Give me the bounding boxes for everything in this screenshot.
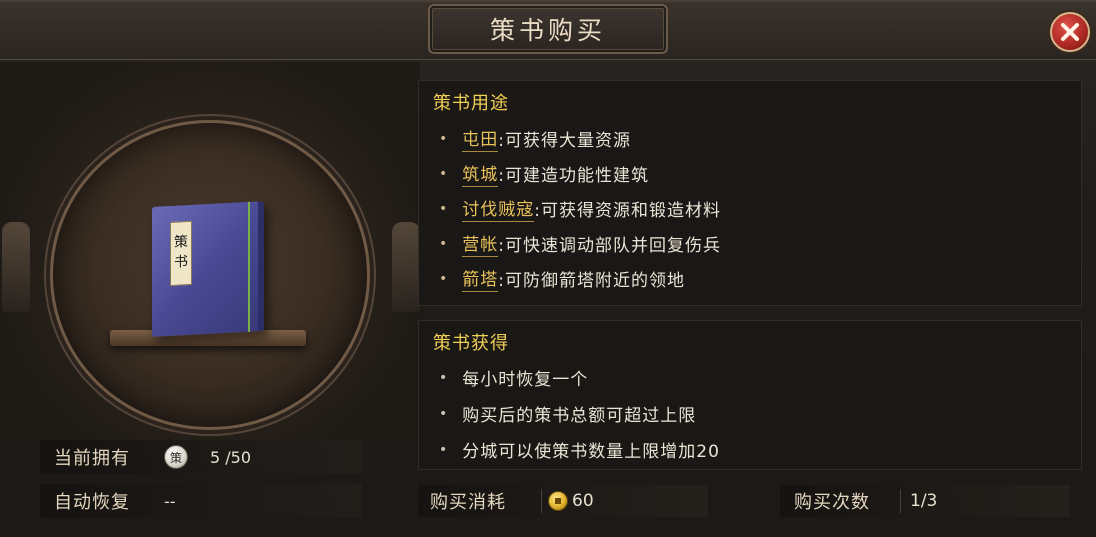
usage-keyword[interactable]: 讨伐贼寇 [462,195,535,222]
usage-desc: :可建造功能性建筑 [498,166,649,186]
strategy-book-icon: 策 书 [152,201,264,337]
purchase-cost-label: 购买消耗 [430,492,506,513]
purchase-cost-row: 购买消耗 60 [418,485,708,517]
divider [541,489,542,513]
usage-desc: :可快速调动部队并回复伤兵 [498,236,721,256]
usage-title: 策书用途 [433,93,509,114]
usage-keyword[interactable]: 筑城 [462,160,499,187]
usage-item: • 讨伐贼寇 :可获得资源和锻造材料 [439,195,721,222]
usage-panel: 策书用途 • 屯田 :可获得大量资源 • 筑城 :可建造功能性建筑 • 讨伐贼寇… [418,80,1082,306]
purchase-count-label: 购买次数 [794,492,870,513]
obtain-panel: 策书获得 • 每小时恢复一个 • 购买后的策书总额可超过上限 • 分城可以使策书… [418,320,1082,470]
dialog-title: 策书购买 [489,16,606,45]
book-label-char-1: 策 [174,234,188,252]
bullet-icon: • [439,270,449,287]
owned-value: 5 /50 [210,447,252,467]
usage-keyword[interactable]: 营帐 [462,230,499,257]
usage-item: • 营帐 :可快速调动部队并回复伤兵 [439,230,721,257]
obtain-text: 购买后的策书总额可超过上限 [462,406,697,426]
owned-row: 当前拥有 策 5 /50 [40,440,362,474]
close-icon [1061,23,1079,41]
bullet-icon: • [439,369,449,386]
owned-label: 当前拥有 [54,448,130,469]
obtain-text: 每小时恢复一个 [462,370,589,390]
bullet-icon: • [439,441,449,458]
obtain-item: • 分城可以使策书数量上限增加20 [439,437,720,463]
book-spine [248,201,250,332]
usage-desc: :可获得资源和锻造材料 [534,201,721,221]
book-label: 策 书 [170,220,192,286]
bullet-icon: • [439,165,449,182]
title-plate: 策书购买 [428,4,668,54]
purchase-dialog: 策书购买 策 书 当前拥有 策 5 /50 自动恢复 -- 策书用途 • 屯田 … [0,0,1096,537]
bullet-icon: • [439,200,449,217]
bullet-icon: • [439,235,449,252]
purchase-cost-value: 60 [572,491,594,511]
obtain-title: 策书获得 [433,333,509,354]
usage-item: • 箭塔 :可防御箭塔附近的领地 [439,265,685,292]
recovery-label: 自动恢复 [54,492,130,513]
bullet-icon: • [439,405,449,422]
purchase-count-value: 1/3 [910,491,938,511]
usage-keyword[interactable]: 屯田 [462,125,499,152]
book-label-char-2: 书 [174,254,188,271]
recovery-value: -- [164,491,176,511]
obtain-item: • 购买后的策书总额可超过上限 [439,401,697,427]
bullet-icon: • [439,130,449,147]
left-lamp-decoration [2,222,30,312]
usage-desc: :可防御箭塔附近的领地 [498,271,685,291]
divider [900,489,901,513]
obtain-item: • 每小时恢复一个 [439,365,589,391]
close-button[interactable] [1050,12,1090,52]
gold-coin-icon [548,491,568,511]
usage-item: • 屯田 :可获得大量资源 [439,125,631,152]
usage-keyword[interactable]: 箭塔 [462,265,499,292]
strategy-book-token-icon: 策 [164,445,188,469]
usage-item: • 筑城 :可建造功能性建筑 [439,160,649,187]
purchase-count-row: 购买次数 1/3 [780,485,1070,517]
obtain-text: 分城可以使策书数量上限增加20 [462,442,720,462]
right-lamp-decoration [392,222,420,312]
recovery-row: 自动恢复 -- [40,484,362,518]
usage-desc: :可获得大量资源 [498,131,631,151]
